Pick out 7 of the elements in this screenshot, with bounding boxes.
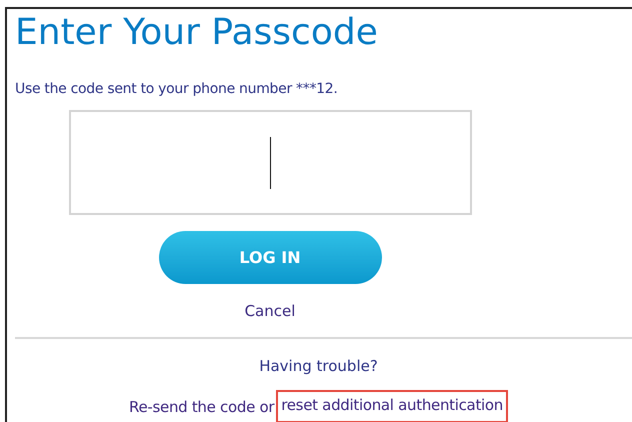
- page-title: Enter Your Passcode: [15, 11, 378, 55]
- passcode-field[interactable]: [68, 110, 472, 215]
- reset-authentication-link[interactable]: reset additional authentication: [276, 390, 508, 422]
- trouble-heading: Having trouble?: [259, 356, 378, 376]
- cancel-link[interactable]: Cancel: [244, 301, 296, 321]
- instruction-text: Use the code sent to your phone number ***12.: [15, 80, 338, 98]
- resend-text: Re-send the code or: [129, 396, 274, 416]
